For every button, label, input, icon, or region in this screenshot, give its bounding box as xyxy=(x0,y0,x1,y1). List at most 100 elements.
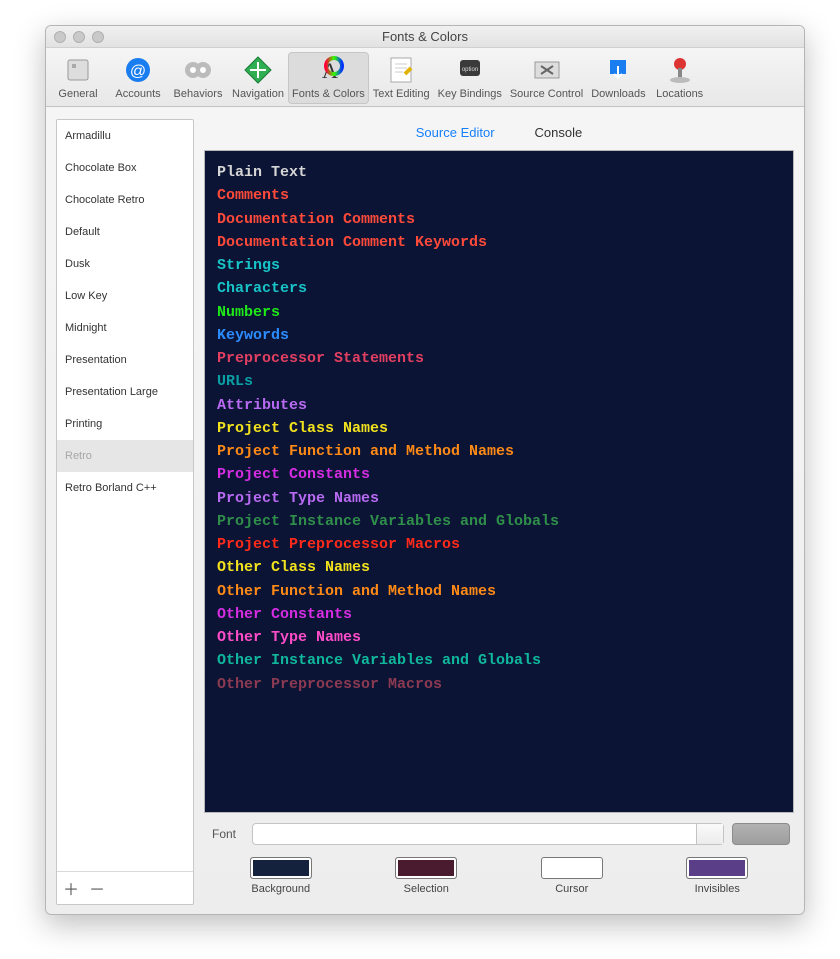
swatch-cursor-color[interactable] xyxy=(541,857,603,879)
toolbar-icon xyxy=(602,54,634,86)
syntax-category[interactable]: Other Class Names xyxy=(217,556,781,579)
syntax-category[interactable]: Other Preprocessor Macros xyxy=(217,673,781,696)
font-row: Font xyxy=(204,813,794,855)
theme-sidebar: ArmadilluChocolate BoxChocolate RetroDef… xyxy=(56,119,194,905)
swatch-invisibles[interactable]: Invisibles xyxy=(686,857,748,895)
font-field[interactable] xyxy=(252,823,724,845)
swatch-background-color[interactable] xyxy=(250,857,312,879)
editor-tabs: Source Editor Console xyxy=(204,119,794,150)
theme-item[interactable]: Low Key xyxy=(57,280,193,312)
font-label: Font xyxy=(208,827,244,841)
syntax-category[interactable]: Project Type Names xyxy=(217,487,781,510)
syntax-category[interactable]: Other Instance Variables and Globals xyxy=(217,649,781,672)
window-title: Fonts & Colors xyxy=(46,26,804,48)
syntax-category[interactable]: Project Preprocessor Macros xyxy=(217,533,781,556)
svg-text:option: option xyxy=(462,67,478,73)
swatch-selection[interactable]: Selection xyxy=(395,857,457,895)
window-controls xyxy=(54,31,104,43)
add-theme-button[interactable]: ＋ xyxy=(63,876,79,900)
swatch-invisibles-color[interactable] xyxy=(686,857,748,879)
syntax-category[interactable]: Project Class Names xyxy=(217,417,781,440)
theme-item[interactable]: Retro Borland C++ xyxy=(57,472,193,504)
toolbar-label: Accounts xyxy=(115,88,160,100)
zoom-icon[interactable] xyxy=(92,31,104,43)
content: ArmadilluChocolate BoxChocolate RetroDef… xyxy=(46,107,804,915)
syntax-category[interactable]: Preprocessor Statements xyxy=(217,347,781,370)
syntax-category[interactable]: Documentation Comments xyxy=(217,208,781,231)
syntax-category[interactable]: Project Constants xyxy=(217,463,781,486)
toolbar-icon xyxy=(242,54,274,86)
swatch-selection-color[interactable] xyxy=(395,857,457,879)
toolbar-item-navigation[interactable]: Navigation xyxy=(228,52,288,104)
theme-list[interactable]: ArmadilluChocolate BoxChocolate RetroDef… xyxy=(57,120,193,871)
theme-item[interactable]: Midnight xyxy=(57,312,193,344)
theme-item[interactable]: Retro xyxy=(57,440,193,472)
toolbar-label: Source Control xyxy=(510,88,583,100)
toolbar-icon xyxy=(385,54,417,86)
color-swatch-row: Background Selection Cursor Invisibles xyxy=(204,855,794,905)
syntax-category[interactable]: Other Constants xyxy=(217,603,781,626)
syntax-category[interactable]: Plain Text xyxy=(217,161,781,184)
minimize-icon[interactable] xyxy=(73,31,85,43)
syntax-category[interactable]: Project Instance Variables and Globals xyxy=(217,510,781,533)
toolbar-item-downloads[interactable]: Downloads xyxy=(587,52,649,104)
syntax-category[interactable]: URLs xyxy=(217,370,781,393)
toolbar-icon: A xyxy=(312,54,344,86)
swatch-cursor-label: Cursor xyxy=(555,883,588,895)
syntax-category[interactable]: Other Type Names xyxy=(217,626,781,649)
toolbar-item-key-bindings[interactable]: option Key Bindings xyxy=(434,52,506,104)
toolbar-item-fonts-colors[interactable]: A Fonts & Colors xyxy=(288,52,369,104)
swatch-cursor[interactable]: Cursor xyxy=(541,857,603,895)
swatch-invisibles-label: Invisibles xyxy=(695,883,740,895)
syntax-category[interactable]: Numbers xyxy=(217,301,781,324)
toolbar-icon xyxy=(62,54,94,86)
toolbar-label: Fonts & Colors xyxy=(292,88,365,100)
preferences-window: Fonts & Colors General @ Accounts Behaviors… xyxy=(45,25,805,915)
main-panel: Source Editor Console Plain TextComments… xyxy=(204,119,794,905)
toolbar-label: Behaviors xyxy=(174,88,223,100)
svg-text:@: @ xyxy=(130,63,146,80)
toolbar-item-behaviors[interactable]: Behaviors xyxy=(168,52,228,104)
theme-item[interactable]: Armadillu xyxy=(57,120,193,152)
theme-item[interactable]: Presentation xyxy=(57,344,193,376)
syntax-category[interactable]: Project Function and Method Names xyxy=(217,440,781,463)
theme-item[interactable]: Chocolate Retro xyxy=(57,184,193,216)
syntax-category[interactable]: Keywords xyxy=(217,324,781,347)
font-size-stepper[interactable] xyxy=(732,823,790,845)
toolbar-item-accounts[interactable]: @ Accounts xyxy=(108,52,168,104)
toolbar: General @ Accounts Behaviors Navigation A Font… xyxy=(46,48,804,107)
swatch-background[interactable]: Background xyxy=(250,857,312,895)
toolbar-icon xyxy=(664,54,696,86)
toolbar-label: Locations xyxy=(656,88,703,100)
swatch-selection-label: Selection xyxy=(404,883,449,895)
tab-source-editor[interactable]: Source Editor xyxy=(416,125,495,140)
toolbar-item-text-editing[interactable]: Text Editing xyxy=(369,52,434,104)
toolbar-item-general[interactable]: General xyxy=(48,52,108,104)
toolbar-icon: @ xyxy=(122,54,154,86)
theme-item[interactable]: Dusk xyxy=(57,248,193,280)
toolbar-item-locations[interactable]: Locations xyxy=(650,52,710,104)
toolbar-item-source-control[interactable]: Source Control xyxy=(506,52,587,104)
theme-item[interactable]: Presentation Large xyxy=(57,376,193,408)
syntax-preview[interactable]: Plain TextCommentsDocumentation Comments… xyxy=(204,150,794,813)
tab-console[interactable]: Console xyxy=(535,125,583,140)
syntax-category[interactable]: Other Function and Method Names xyxy=(217,580,781,603)
syntax-category[interactable]: Documentation Comment Keywords xyxy=(217,231,781,254)
toolbar-icon xyxy=(182,54,214,86)
syntax-category[interactable]: Strings xyxy=(217,254,781,277)
toolbar-label: Navigation xyxy=(232,88,284,100)
toolbar-label: Downloads xyxy=(591,88,645,100)
theme-item[interactable]: Printing xyxy=(57,408,193,440)
theme-item[interactable]: Default xyxy=(57,216,193,248)
swatch-background-label: Background xyxy=(251,883,310,895)
toolbar-icon: option xyxy=(454,54,486,86)
remove-theme-button[interactable]: － xyxy=(89,876,105,900)
toolbar-label: Key Bindings xyxy=(438,88,502,100)
syntax-category[interactable]: Characters xyxy=(217,277,781,300)
syntax-category[interactable]: Comments xyxy=(217,184,781,207)
toolbar-icon xyxy=(531,54,563,86)
syntax-category[interactable]: Attributes xyxy=(217,394,781,417)
theme-item[interactable]: Chocolate Box xyxy=(57,152,193,184)
titlebar: Fonts & Colors xyxy=(46,26,804,48)
close-icon[interactable] xyxy=(54,31,66,43)
